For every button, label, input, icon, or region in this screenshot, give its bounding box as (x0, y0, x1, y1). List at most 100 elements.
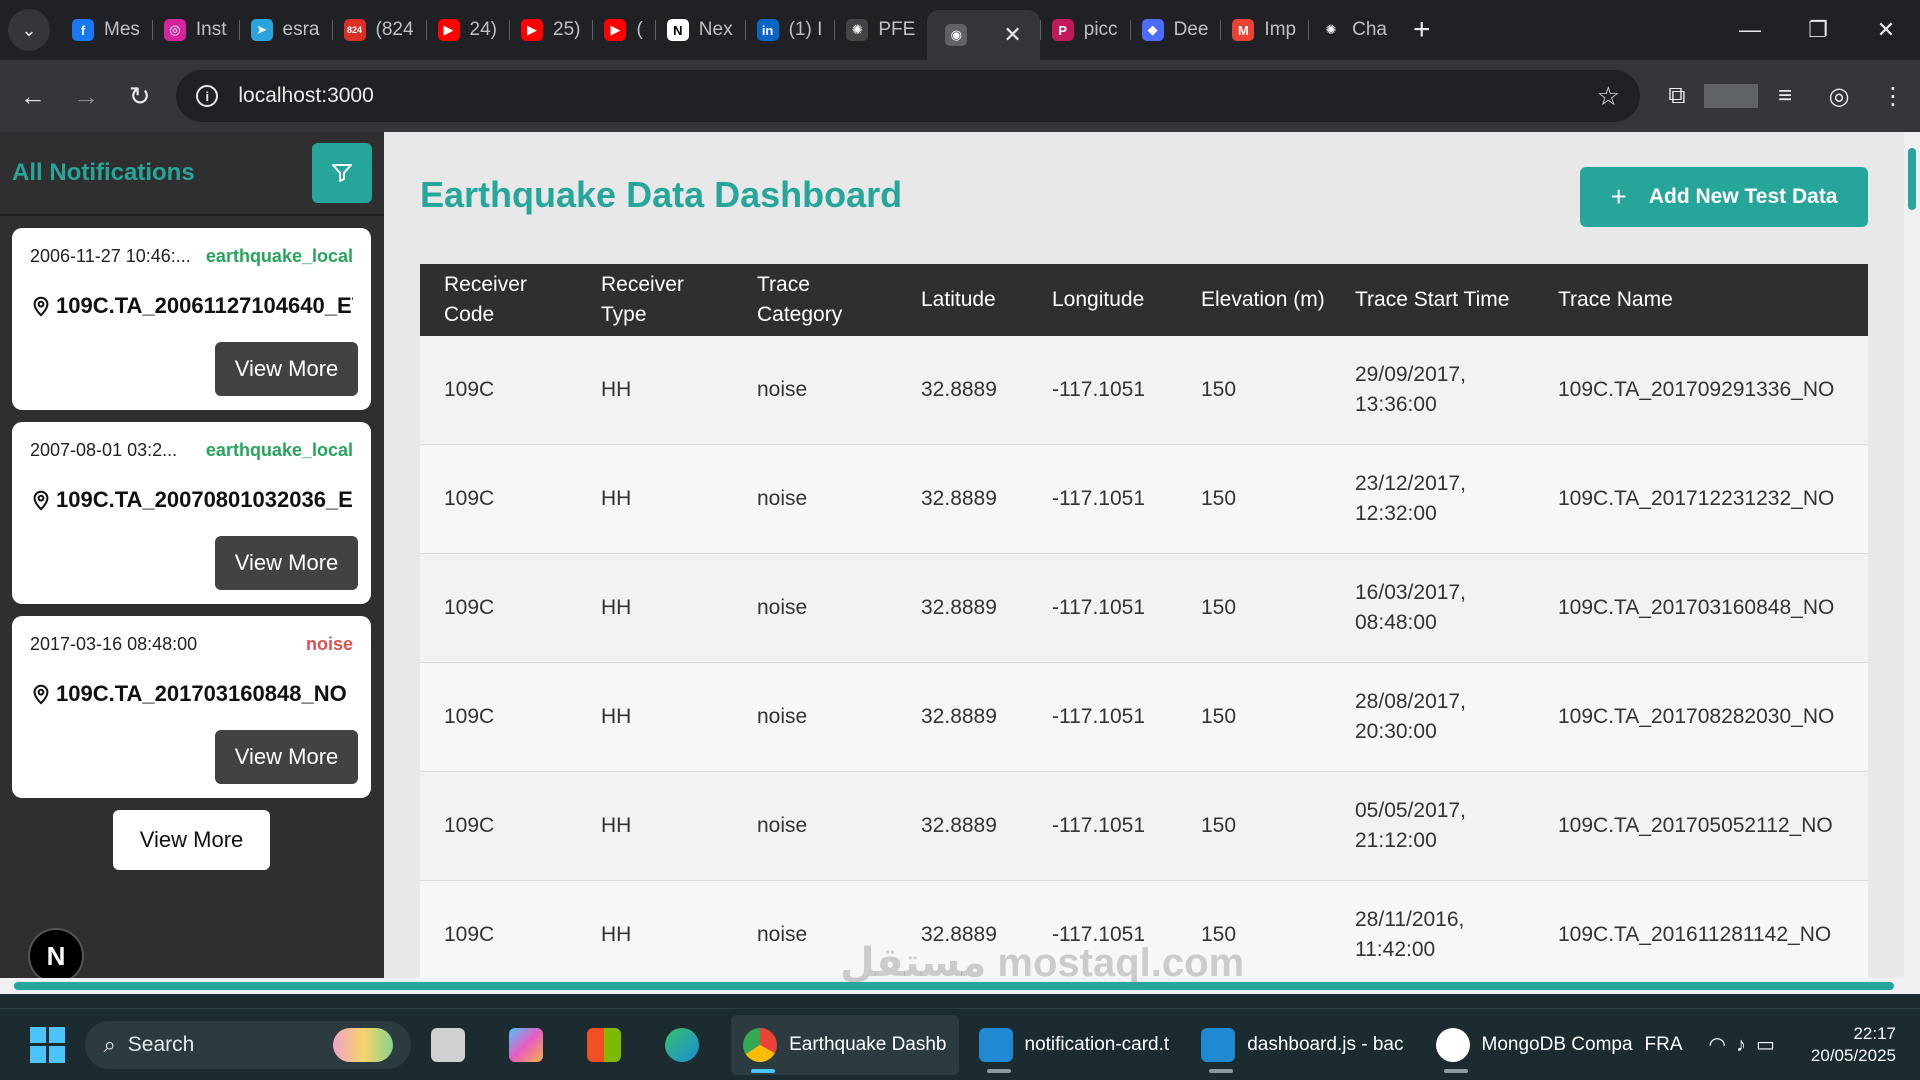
browser-tab[interactable]: ➤ esra (238, 8, 332, 52)
notification-time: 2006-11-27 10:46:... (30, 246, 191, 266)
notification-card-header: 2006-11-27 10:46:... earthquake_local (30, 246, 353, 267)
browser-tab[interactable]: ▶( (592, 8, 654, 52)
copilot-button[interactable] (497, 1015, 567, 1075)
browser-tab[interactable]: ▶ 25) (509, 8, 592, 52)
watermark: مستقل mostaql.com (840, 941, 1245, 985)
task-view-button[interactable] (419, 1015, 489, 1075)
page-viewport: All Notifications 2006-11-27 10:46:... e… (0, 132, 1920, 994)
browser-tab[interactable]: f Mes (60, 8, 152, 52)
chrome-icon (743, 1027, 778, 1062)
window-controls: — ❐ ✕ (1716, 0, 1920, 60)
linkedin-icon: in (756, 19, 779, 41)
browser-tab[interactable]: ◆ Dee (1129, 8, 1221, 52)
windows-start-icon[interactable] (30, 1026, 66, 1063)
table-row[interactable]: 109C HH noise 32.8889 -117.1051 150 29/09/2017… (420, 336, 1868, 445)
telegram-icon: ➤ (250, 19, 273, 41)
address-bar[interactable]: i localhost:3000 ☆ (176, 70, 1640, 122)
taskbar-app[interactable]: MongoDB Compa (1424, 1015, 1645, 1075)
restore-icon[interactable]: ❐ (1784, 17, 1852, 43)
site-info-icon[interactable]: i (196, 85, 219, 107)
browser-tab[interactable]: ▶ 24) (425, 8, 509, 52)
minimize-icon[interactable]: — (1716, 17, 1784, 43)
browser-toolbar: ← → ↻ i localhost:3000 ☆ ⧉ ≡ ◎ ⋮ (0, 60, 1920, 132)
table-cell: noise (757, 378, 808, 401)
browser-tab-label: esra (282, 19, 320, 40)
table-cell: 109C.TA_201708282030_NO (1558, 705, 1835, 728)
new-tab-button[interactable]: + (1413, 13, 1431, 47)
language-indicator[interactable]: FRA (1645, 1034, 1683, 1056)
table-cell: 109C (444, 814, 495, 837)
task-view-icon (431, 1027, 466, 1062)
browser-tab-label: 24) (469, 19, 497, 40)
taskbar-app[interactable]: Earthquake Dashb (731, 1014, 959, 1075)
table-cell: 109C (444, 596, 495, 619)
table-cell: 109C (444, 487, 495, 510)
column-header: Receiver Type (601, 273, 684, 326)
taskbar-app[interactable]: dashboard.js - bac (1189, 1015, 1415, 1075)
view-more-button[interactable]: View More (215, 536, 358, 590)
nextjs-dev-badge[interactable]: N (28, 928, 84, 984)
sidebar-view-more-button[interactable]: View More (113, 810, 270, 870)
add-test-data-button[interactable]: + Add New Test Data (1580, 167, 1868, 227)
column-header: Trace Category (757, 273, 843, 326)
browser-tab[interactable]: ◎ Inst (151, 8, 239, 52)
notification-trace: 109C.TA_20070801032036_EV (30, 487, 353, 513)
profile-icon[interactable]: ◎ (1812, 82, 1866, 111)
tab-search-button[interactable]: ⌄ (8, 9, 50, 51)
vertical-scrollbar[interactable] (1904, 132, 1920, 994)
bookmark-star-icon[interactable]: ☆ (1597, 81, 1620, 112)
view-more-button[interactable]: View More (215, 342, 358, 396)
close-window-icon[interactable]: ✕ (1852, 17, 1920, 43)
table-cell: 32.8889 (921, 378, 997, 401)
store-button[interactable] (575, 1015, 645, 1075)
table-cell: HH (601, 487, 632, 510)
table-cell: 109C (444, 705, 495, 728)
forward-icon[interactable]: → (59, 81, 112, 112)
view-more-button[interactable]: View More (215, 730, 358, 784)
table-cell: -117.1051 (1052, 487, 1146, 510)
table-cell: 150 (1201, 596, 1237, 619)
notification-trace: 109C.TA_20061127104640_EV (30, 293, 353, 319)
browser-tab[interactable]: in (1) I (744, 8, 835, 52)
wifi-volume-battery-icons[interactable]: ◠♪▭ (1709, 1032, 1785, 1057)
browser-tab[interactable]: Ppicc (1039, 8, 1130, 52)
browser-tab[interactable]: M Imp (1220, 8, 1308, 52)
notification-category: earthquake_local (205, 440, 353, 460)
close-tab-icon[interactable]: ✕ (1003, 22, 1021, 48)
table-row[interactable]: 109C HH noise 32.8889 -117.1051 150 05/05/2017… (420, 772, 1868, 881)
vertical-scroll-thumb[interactable] (1908, 148, 1916, 210)
browser-tab[interactable]: ◉ ✕ (927, 10, 1040, 60)
clock[interactable]: 22:17 20/05/2025 (1811, 1023, 1896, 1067)
media-control-icon[interactable]: ≡ (1758, 82, 1812, 110)
taskbar-app[interactable]: notification-card.t (967, 1015, 1182, 1075)
browser-tab[interactable]: 824 (824 (331, 8, 426, 52)
notification-card: 2006-11-27 10:46:... earthquake_local 10… (12, 228, 371, 410)
taskbar-search[interactable]: ⌕ Search (85, 1020, 412, 1069)
copilot-icon (509, 1027, 544, 1062)
table-row[interactable]: 109C HH noise 32.8889 -117.1051 150 16/03/2017… (420, 554, 1868, 663)
extensions-icon[interactable]: ⧉ (1650, 82, 1704, 110)
table-header: Receiver Code Receiver Type Trace Category… (420, 264, 1868, 336)
browser-tab-label: picc (1083, 19, 1118, 40)
filter-button[interactable] (312, 143, 372, 203)
table-cell: 150 (1201, 487, 1237, 510)
openai-icon: ✺ (846, 19, 869, 41)
running-indicator (1443, 1068, 1468, 1073)
table-cell: 28/08/2017, 20:30:00 (1355, 690, 1466, 743)
browser-tab[interactable]: ✺ PFE (834, 8, 927, 52)
table-row[interactable]: 109C HH noise 32.8889 -117.1051 150 28/08/2017… (420, 663, 1868, 772)
edge-button[interactable] (653, 1015, 723, 1075)
table-cell: noise (757, 705, 808, 728)
back-icon[interactable]: ← (6, 81, 59, 112)
menu-kebab-icon[interactable]: ⋮ (1866, 82, 1920, 111)
table-cell: HH (601, 378, 632, 401)
url-text[interactable]: localhost:3000 (238, 84, 373, 108)
notification-time: 2017-03-16 08:48:00 (30, 634, 198, 654)
browser-tab[interactable]: N Nex (654, 8, 745, 52)
running-indicator (1209, 1068, 1234, 1073)
browser-tab[interactable]: ✺ Cha (1308, 8, 1399, 52)
reload-icon[interactable]: ↻ (113, 81, 166, 112)
youtube-icon: ▶ (604, 19, 627, 41)
table-cell: noise (757, 814, 808, 837)
table-row[interactable]: 109C HH noise 32.8889 -117.1051 150 23/12/2017… (420, 445, 1868, 554)
